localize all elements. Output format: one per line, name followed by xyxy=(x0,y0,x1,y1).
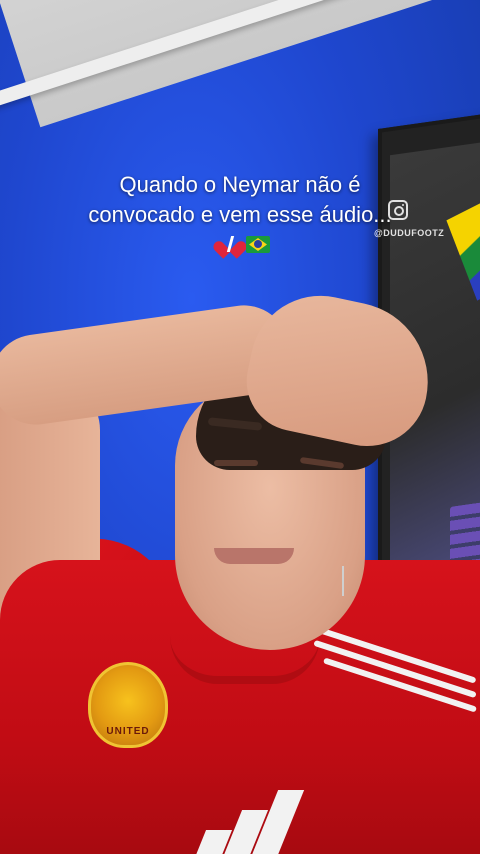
cross-earring-icon xyxy=(342,566,352,596)
broken-heart-icon xyxy=(220,234,240,254)
mouth xyxy=(214,548,294,564)
creator-handle: @DUDUFOOTZ xyxy=(374,228,445,238)
video-frame: UNITED Quando o Neymar não é convocado e… xyxy=(0,0,480,854)
club-crest-icon: UNITED xyxy=(88,662,168,748)
left-eye-closed xyxy=(214,460,258,466)
crest-text: UNITED xyxy=(106,726,150,737)
brand-logo-icon xyxy=(190,790,305,854)
creator-watermark: @DUDUFOOTZ xyxy=(374,200,444,238)
person: UNITED xyxy=(0,0,480,854)
caption-line-1: Quando o Neymar não é xyxy=(119,172,361,197)
instagram-icon xyxy=(388,200,409,220)
brazil-flag-icon xyxy=(246,236,270,253)
